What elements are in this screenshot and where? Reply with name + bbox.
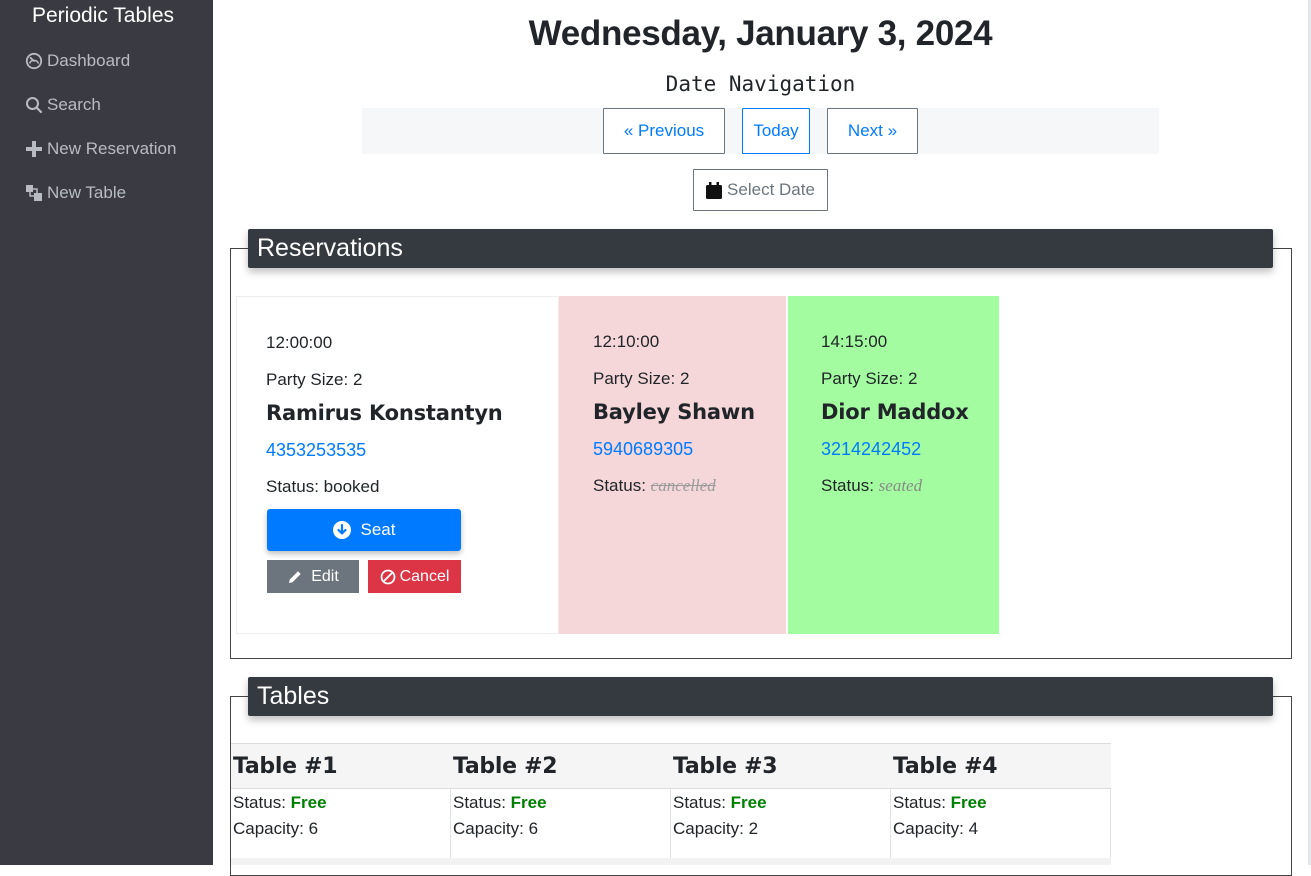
brand-title[interactable]: Periodic Tables — [0, 4, 206, 28]
table-status: Status: Free — [673, 793, 767, 812]
sidebar: Periodic Tables Dashboard Search New Res… — [0, 0, 213, 865]
reservation-card: 12:00:00 Party Size: 2 Ramirus Konstanty… — [236, 296, 559, 634]
dashboard-icon — [25, 52, 43, 70]
table-card: Table #1 Status: Free Capacity: 6 — [231, 743, 451, 863]
page-title: Wednesday, January 3, 2024 — [528, 14, 993, 53]
reservation-name: Bayley Shawn — [593, 400, 755, 424]
select-date-label: Select Date — [727, 180, 815, 199]
reservation-card: 14:15:00 Party Size: 2 Dior Maddox 32142… — [788, 296, 999, 634]
table-card: Table #2 Status: Free Capacity: 6 — [451, 743, 671, 863]
reservation-time: 12:00:00 — [266, 333, 333, 352]
sidebar-item-search[interactable]: Search — [25, 93, 101, 117]
sidebar-item-label: Dashboard — [47, 51, 131, 70]
cancel-button[interactable]: Cancel — [368, 560, 461, 593]
sidebar-item-dashboard[interactable]: Dashboard — [25, 49, 130, 73]
sidebar-item-label: New Reservation — [47, 139, 177, 158]
reservation-time: 12:10:00 — [593, 332, 660, 351]
reservation-party-size: Party Size: 2 — [593, 369, 690, 388]
reservation-card: 12:10:00 Party Size: 2 Bayley Shawn 5940… — [559, 296, 786, 634]
search-icon — [25, 96, 43, 114]
edit-button[interactable]: Edit — [267, 560, 359, 593]
ban-icon — [380, 569, 395, 584]
table-name: Table #2 — [451, 743, 671, 789]
next-button[interactable]: Next » — [827, 108, 918, 154]
reservation-status: Status: cancelled — [593, 476, 716, 495]
reservation-name: Ramirus Konstantyn — [266, 401, 503, 425]
reservation-phone[interactable]: 4353253535 — [266, 440, 366, 461]
reservation-phone[interactable]: 5940689305 — [593, 439, 693, 460]
table-capacity: Capacity: 2 — [673, 819, 759, 838]
new-table-icon — [25, 184, 43, 202]
today-button[interactable]: Today — [742, 108, 810, 154]
cancel-label: Cancel — [399, 567, 450, 585]
reservation-status: Status: booked — [266, 477, 380, 496]
calendar-icon — [706, 181, 723, 199]
reservation-time: 14:15:00 — [821, 332, 888, 351]
select-date-button[interactable]: Select Date — [693, 169, 828, 211]
reservation-status: Status: seated — [821, 476, 923, 495]
sidebar-item-label: New Table — [47, 183, 127, 202]
pencil-icon — [289, 570, 301, 583]
table-status: Status: Free — [453, 793, 547, 812]
sidebar-item-new-table[interactable]: New Table — [25, 181, 126, 205]
reservation-party-size: Party Size: 2 — [821, 369, 918, 388]
seat-label: Seat — [360, 520, 396, 539]
reservation-phone[interactable]: 3214242452 — [821, 439, 921, 460]
table-status: Status: Free — [893, 793, 987, 812]
tables-header: Tables — [248, 677, 1273, 716]
reservation-name: Dior Maddox — [821, 400, 969, 424]
date-navigation-label: Date Navigation — [665, 72, 856, 96]
arrow-circle-down-icon — [332, 521, 351, 539]
main-content: Wednesday, January 3, 2024 Date Navigati… — [213, 0, 1308, 876]
reservation-party-size: Party Size: 2 — [266, 370, 363, 389]
table-capacity: Capacity: 6 — [233, 819, 319, 838]
table-name: Table #3 — [671, 743, 891, 789]
table-name: Table #4 — [891, 743, 1111, 789]
table-status: Status: Free — [233, 793, 327, 812]
sidebar-item-label: Search — [47, 95, 101, 114]
tables-footer-row — [231, 858, 1111, 865]
reservations-header: Reservations — [248, 229, 1273, 268]
table-capacity: Capacity: 4 — [893, 819, 979, 838]
plus-icon — [25, 140, 43, 158]
previous-button[interactable]: « Previous — [603, 108, 725, 154]
table-name: Table #1 — [231, 743, 451, 789]
sidebar-item-new-reservation[interactable]: New Reservation — [25, 137, 176, 161]
table-card: Table #3 Status: Free Capacity: 2 — [671, 743, 891, 863]
seat-button[interactable]: Seat — [267, 509, 461, 551]
edit-label: Edit — [311, 567, 339, 585]
table-capacity: Capacity: 6 — [453, 819, 539, 838]
table-card: Table #4 Status: Free Capacity: 4 — [891, 743, 1111, 863]
